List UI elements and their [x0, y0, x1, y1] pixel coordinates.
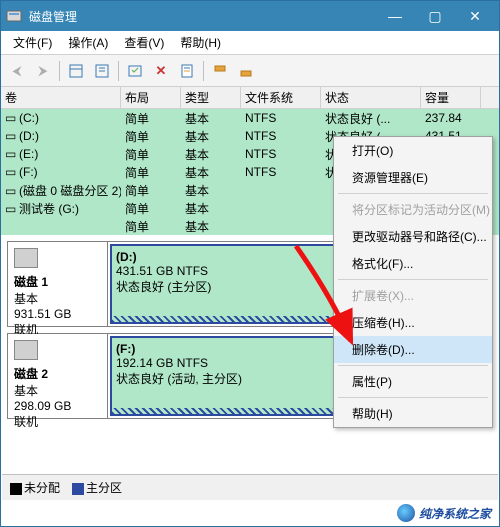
disk-icon [14, 340, 38, 360]
properties-icon[interactable] [175, 59, 199, 83]
disk-kind: 基本 [14, 290, 101, 307]
disk-info: 磁盘 2 基本 298.09 GB 联机 [8, 334, 108, 418]
view-icon[interactable] [64, 59, 88, 83]
toggle-top-icon[interactable] [208, 59, 232, 83]
disk-state: 联机 [14, 413, 101, 430]
delete-icon[interactable]: ✕ [149, 59, 173, 83]
disk-icon [14, 248, 38, 268]
partition-size: 431.51 GB NTFS [116, 264, 359, 278]
menu-file[interactable]: 文件(F) [5, 32, 60, 53]
col-status[interactable]: 状态 [321, 87, 421, 109]
legend-label: 未分配 [24, 481, 60, 495]
disk-kind: 基本 [14, 382, 101, 399]
partition-size: 192.14 GB NTFS [116, 356, 359, 370]
window-title: 磁盘管理 [29, 8, 375, 25]
partition-title: (D:) [116, 250, 359, 264]
legend-swatch-unalloc [10, 483, 22, 495]
col-layout[interactable]: 布局 [121, 87, 181, 109]
minimize-button[interactable]: — [375, 1, 415, 31]
watermark-logo-icon [397, 504, 415, 522]
close-button[interactable]: ✕ [455, 1, 495, 31]
menu-explorer[interactable]: 资源管理器(E) [334, 164, 492, 191]
menu-open[interactable]: 打开(O) [334, 137, 492, 164]
refresh-icon[interactable] [123, 59, 147, 83]
disk-size: 298.09 GB [14, 399, 101, 413]
table-row[interactable]: ▭(C:)简单基本NTFS状态良好 (...237.84 [1, 109, 499, 127]
query-icon[interactable] [90, 59, 114, 83]
col-type[interactable]: 类型 [181, 87, 241, 109]
partition-status: 状态良好 (活动, 主分区) [116, 370, 359, 387]
menu-properties[interactable]: 属性(P) [334, 368, 492, 395]
menu-delete-volume[interactable]: 删除卷(D)... [334, 336, 492, 363]
disk-name: 磁盘 2 [14, 365, 101, 382]
col-volume[interactable]: 卷 [1, 87, 121, 109]
menubar: 文件(F) 操作(A) 查看(V) 帮助(H) [1, 31, 499, 55]
titlebar: 磁盘管理 — ▢ ✕ [1, 1, 499, 31]
toolbar: ⮜ ⮞ ✕ [1, 55, 499, 87]
partition-status: 状态良好 (主分区) [116, 278, 359, 295]
toggle-bottom-icon[interactable] [234, 59, 258, 83]
legend-swatch-primary [72, 483, 84, 495]
legend: 未分配 主分区 [2, 474, 498, 500]
partition-f[interactable]: (F:) 192.14 GB NTFS 状态良好 (活动, 主分区) [110, 336, 365, 416]
disk-size: 931.51 GB [14, 307, 101, 321]
menu-extend: 扩展卷(X)... [334, 282, 492, 309]
volume-list-header: 卷 布局 类型 文件系统 状态 容量 [1, 87, 499, 109]
menu-shrink[interactable]: 压缩卷(H)... [334, 309, 492, 336]
menu-mark-active: 将分区标记为活动分区(M) [334, 196, 492, 223]
watermark: 纯净系统之家 [397, 504, 491, 522]
context-menu: 打开(O) 资源管理器(E) 将分区标记为活动分区(M) 更改驱动器号和路径(C… [333, 136, 493, 428]
col-fs[interactable]: 文件系统 [241, 87, 321, 109]
menu-view[interactable]: 查看(V) [116, 32, 172, 53]
menu-help[interactable]: 帮助(H) [172, 32, 229, 53]
menu-format[interactable]: 格式化(F)... [334, 250, 492, 277]
menu-help[interactable]: 帮助(H) [334, 400, 492, 427]
maximize-button[interactable]: ▢ [415, 1, 455, 31]
partition-d[interactable]: (D:) 431.51 GB NTFS 状态良好 (主分区) [110, 244, 365, 324]
app-icon [5, 7, 23, 25]
disk-info: 磁盘 1 基本 931.51 GB 联机 [8, 242, 108, 326]
menu-change-letter[interactable]: 更改驱动器号和路径(C)... [334, 223, 492, 250]
legend-label: 主分区 [86, 481, 122, 495]
disk-name: 磁盘 1 [14, 273, 101, 290]
partition-title: (F:) [116, 342, 359, 356]
watermark-text: 纯净系统之家 [419, 505, 491, 522]
back-icon: ⮜ [5, 59, 29, 83]
forward-icon: ⮞ [31, 59, 55, 83]
menu-action[interactable]: 操作(A) [60, 32, 116, 53]
col-capacity[interactable]: 容量 [421, 87, 481, 109]
